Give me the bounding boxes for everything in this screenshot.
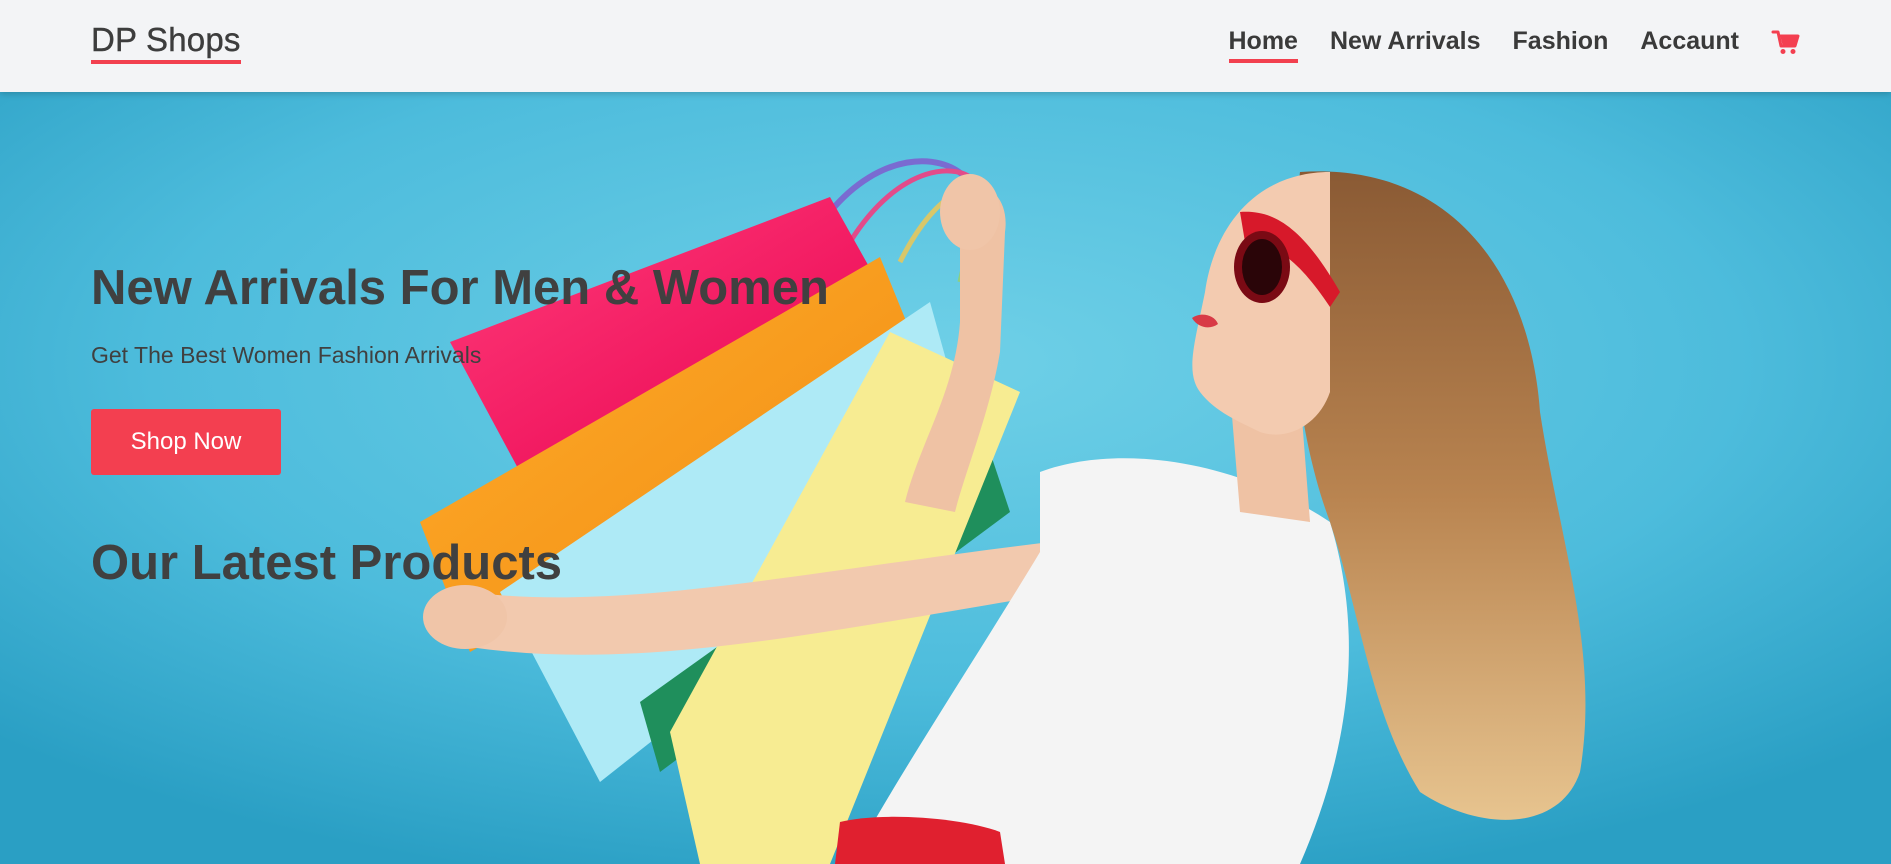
hero-banner: New Arrivals For Men & Women Get The Bes… bbox=[0, 92, 1891, 864]
nav-home-link[interactable]: Home bbox=[1228, 26, 1298, 63]
nav-fashion-link[interactable]: Fashion bbox=[1513, 26, 1609, 63]
hero-photo bbox=[0, 92, 1891, 864]
latest-products-heading: Our Latest Products bbox=[91, 536, 563, 590]
site-header: DP Shops Home New Arrivals Fashion Accau… bbox=[0, 0, 1891, 92]
nav-account-link[interactable]: Accaunt bbox=[1640, 26, 1739, 63]
hero-title: New Arrivals For Men & Women bbox=[91, 261, 829, 315]
nav-new-arrivals-link[interactable]: New Arrivals bbox=[1330, 26, 1481, 63]
main-nav: Home New Arrivals Fashion Accaunt bbox=[1228, 26, 1802, 63]
site-logo[interactable]: DP Shops bbox=[91, 21, 241, 65]
shopping-cart-icon[interactable] bbox=[1771, 27, 1801, 57]
hero-subtitle: Get The Best Women Fashion Arrivals bbox=[91, 342, 482, 368]
shop-now-button[interactable]: Shop Now bbox=[91, 409, 281, 475]
